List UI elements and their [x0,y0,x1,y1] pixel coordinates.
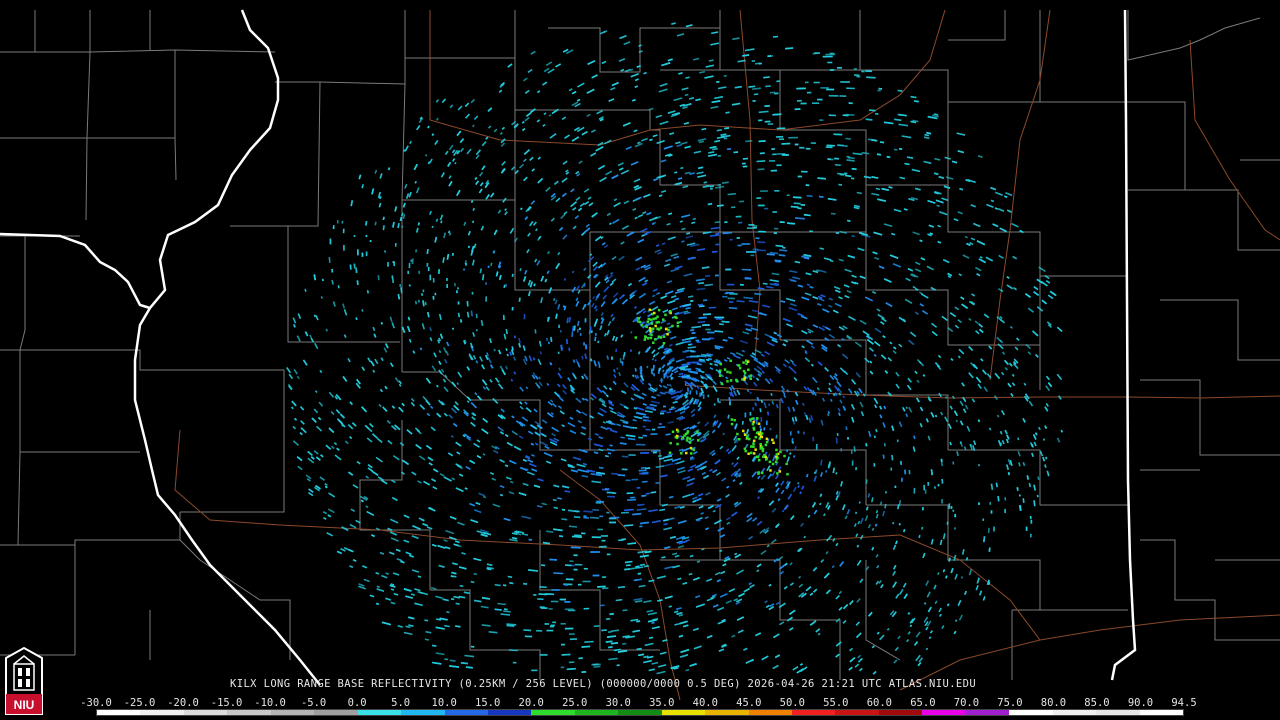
legend-color-segment [574,710,619,715]
legend-color-segment [1096,710,1140,715]
map-background [0,0,1280,720]
legend-color-segment [444,710,488,715]
legend-label: 0.0 [347,697,367,709]
niu-logo: NIU [5,646,43,715]
legend-color-segment [922,710,966,715]
legend-label: 35.0 [649,697,675,709]
legend-label: 94.5 [1171,697,1197,709]
legend-color-segment [661,710,706,715]
legend-color-segment [748,710,792,715]
legend-label: -25.0 [123,697,156,709]
legend-color-segment [183,710,228,715]
legend-color-bar [96,709,1184,716]
legend-label: 15.0 [475,697,501,709]
legend-color-segment [314,710,358,715]
legend-label: 55.0 [823,697,849,709]
legend-color-segment [531,710,575,715]
legend-color-segment [270,710,315,715]
legend-label: 75.0 [997,697,1023,709]
radar-site-marker [671,377,685,391]
legend-color-segment [1139,710,1183,715]
legend-color-segment [835,710,879,715]
legend-color-segment [487,710,532,715]
legend-color-segment [618,710,662,715]
legend-color-segment [1009,710,1053,715]
legend-label: 50.0 [779,697,805,709]
legend-color-segment [792,710,836,715]
legend-color-segment [878,710,923,715]
legend-label: 25.0 [562,697,588,709]
legend-label: 20.0 [518,697,544,709]
radar-map [0,0,1280,720]
legend-label: 60.0 [866,697,893,709]
legend-color-segment [227,710,271,715]
legend-label: -20.0 [167,697,199,709]
legend-label: -5.0 [300,697,327,709]
legend-color-segment [140,710,184,715]
legend-label: 65.0 [910,697,936,709]
legend-label: -10.0 [254,697,286,709]
legend-labels: -30.0 -25.0 -20.0 -15.0 -10.0 -5.0 0.0 5.0 10.0 1… [80,697,1197,709]
logo-text: NIU [14,698,35,712]
legend-label: 40.0 [692,697,718,709]
product-title: KILX LONG RANGE BASE REFLECTIVITY (0.25K… [230,678,977,690]
legend-label: 80.0 [1040,697,1067,709]
legend-color-segment [965,710,1010,715]
legend-color-segment [1052,710,1097,715]
legend-color-segment [705,710,749,715]
legend-label: -30.0 [80,697,112,709]
legend-label: 10.0 [431,697,457,709]
legend-label: 30.0 [605,697,631,709]
legend-label: 70.0 [953,697,980,709]
legend-color-segment [357,710,402,715]
legend-label: 45.0 [736,697,762,709]
legend-color-segment [401,710,445,715]
legend-color-segment [97,710,141,715]
legend-label: 5.0 [391,697,411,709]
legend-label: 90.0 [1127,697,1154,709]
legend-label: 85.0 [1084,697,1110,709]
legend-label: -15.0 [210,697,243,709]
